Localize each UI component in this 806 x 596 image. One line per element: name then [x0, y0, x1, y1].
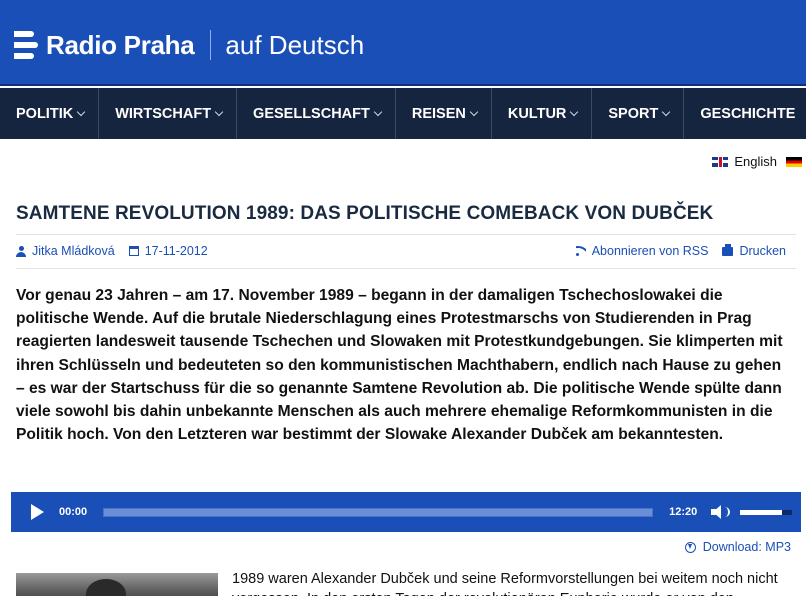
rss-icon [575, 246, 586, 256]
volume-slider[interactable] [740, 509, 793, 515]
uk-flag-icon [712, 156, 729, 167]
logo-divider [210, 30, 212, 60]
nav-item-geschichte[interactable]: GESCHICHTE [684, 88, 806, 139]
chevron-down-icon [76, 107, 86, 116]
print-label: Drucken [739, 244, 786, 258]
chevron-down-icon [662, 107, 671, 116]
author-name: Jitka Mládková [32, 244, 115, 258]
nav-item-kultur[interactable]: KULTUR [492, 88, 593, 139]
rss-link[interactable]: Abonnieren von RSS [575, 244, 709, 258]
article-date: 17-11-2012 [128, 244, 208, 258]
german-flag-icon[interactable] [786, 156, 802, 167]
print-link[interactable]: Drucken [722, 243, 786, 258]
nav-item-label: KULTUR [507, 105, 567, 122]
volume-level [740, 509, 782, 515]
download-label: Download: MP3 [702, 540, 791, 554]
article-body: 1989 waren Alexander Dubček und seine Re… [232, 571, 778, 596]
rss-label: Abonnieren von RSS [591, 244, 709, 258]
nav-item-label: WIRTSCHAFT [115, 105, 212, 122]
download-icon [684, 541, 696, 553]
nav-item-label: REISEN [411, 105, 466, 122]
nav-item-label: GESCHICHTE [700, 105, 796, 122]
author-link[interactable]: Jitka Mládková [16, 244, 115, 258]
nav-item-gesellschaft[interactable]: GESELLSCHAFT [237, 88, 396, 139]
site-header: Radio Praha auf Deutsch [0, 0, 806, 86]
download-mp3-link[interactable]: Download: MP3 [684, 540, 791, 554]
current-time: 00:00 [59, 506, 88, 518]
chevron-down-icon [570, 107, 579, 116]
nav-item-politik[interactable]: POLITIK [0, 88, 100, 139]
chevron-down-icon [469, 107, 479, 116]
nav-item-sport[interactable]: SPORT [592, 88, 685, 139]
article-title: SAMTENE REVOLUTION 1989: DAS POLITISCHE … [16, 203, 714, 224]
site-logo[interactable]: Radio Praha auf Deutsch [14, 28, 364, 62]
user-icon [16, 245, 26, 257]
brand-name: Radio Praha [46, 29, 195, 60]
main-nav: POLITIK WIRTSCHAFT GESELLSCHAFT REISEN K… [0, 88, 806, 139]
article-meta: Jitka Mládková 17-11-2012 Abonnieren von… [16, 243, 786, 260]
date-text: 17-11-2012 [144, 244, 208, 258]
article-lead: Vor genau 23 Jahren – am 17. November 19… [16, 287, 783, 444]
meta-divider [16, 268, 796, 269]
chevron-down-icon [373, 107, 383, 116]
volume-icon[interactable] [711, 504, 731, 520]
nav-item-label: GESELLSCHAFT [253, 105, 370, 122]
brand-subtitle: auf Deutsch [225, 29, 365, 60]
language-label: English [734, 154, 777, 169]
title-divider [16, 234, 796, 235]
radio-logo-icon [14, 31, 38, 59]
audio-player: 00:00 12:20 [11, 492, 801, 532]
total-time: 12:20 [669, 506, 698, 518]
nav-item-reisen[interactable]: REISEN [396, 88, 492, 139]
nav-item-label: SPORT [608, 105, 659, 122]
progress-track[interactable] [103, 507, 654, 517]
article-photo [16, 573, 218, 596]
chevron-down-icon [214, 107, 224, 116]
calendar-icon [128, 246, 139, 256]
language-switch[interactable]: English [712, 154, 802, 169]
printer-icon [722, 243, 734, 256]
nav-item-label: POLITIK [16, 105, 74, 122]
nav-item-wirtschaft[interactable]: WIRTSCHAFT [99, 88, 238, 139]
play-icon[interactable] [31, 504, 44, 520]
